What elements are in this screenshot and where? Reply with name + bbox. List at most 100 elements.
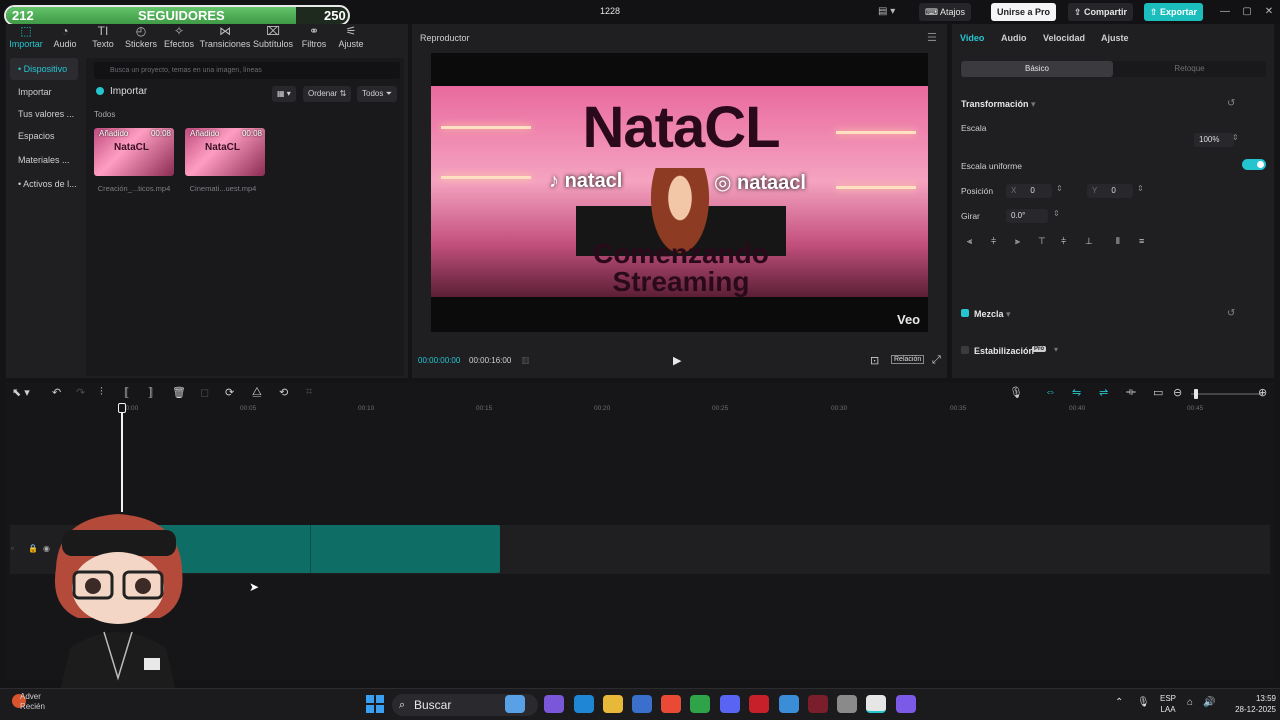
media-thumbnail[interactable]: Añadido 00:08 NataCL [185, 128, 265, 176]
split-view-icon[interactable]: ⟛ [1126, 386, 1136, 399]
tab-inspector-adjust[interactable]: Ajuste [1101, 33, 1129, 43]
sidebar-item-your-assets[interactable]: Tus valores ... [10, 103, 78, 125]
edge-icon[interactable] [574, 695, 594, 713]
close-icon[interactable]: ✕ [1260, 4, 1278, 20]
chrome-icon[interactable] [661, 695, 681, 713]
stepper-icon[interactable]: ⇕ [1056, 184, 1063, 193]
trim-right-icon[interactable]: ⟧ [148, 386, 153, 399]
tab-import[interactable]: ⬚ Importar [6, 24, 46, 54]
taskbar-clock[interactable]: 13:59 28-12-2025 [1224, 693, 1276, 715]
xbox-icon[interactable] [690, 695, 710, 713]
tab-audio[interactable]: ◔ Audio [45, 24, 85, 54]
microphone-icon[interactable]: 🎙 [1009, 386, 1023, 399]
aspect-ratio-button[interactable]: Relación [891, 355, 925, 364]
sidebar-item-materials[interactable]: Materiales ... [10, 149, 78, 171]
shortcuts-button[interactable]: ⌨ Atajos [919, 3, 972, 21]
track-cover-icon[interactable]: ▫ [11, 544, 14, 553]
trim-left-icon[interactable]: ⟦ [124, 386, 129, 399]
maximize-icon[interactable]: ▢ [1238, 4, 1256, 20]
browser-icon[interactable] [779, 695, 799, 713]
language-indicator[interactable]: ESP LAA [1156, 693, 1180, 715]
align-right-icon[interactable]: ⫸ [1015, 236, 1020, 247]
network-icon[interactable]: ⌂ [1187, 697, 1193, 708]
microphone-tray-icon[interactable]: 🎙 [1137, 697, 1150, 708]
distribute-v-icon[interactable]: ≡ [1139, 236, 1144, 246]
blend-heading[interactable]: Mezcla ▾ [974, 309, 1011, 320]
align-center-h-icon[interactable]: ⫩ [991, 236, 996, 247]
share-button[interactable]: ⇪ Compartir [1068, 3, 1134, 21]
delete-icon[interactable]: 🗑 [172, 386, 186, 399]
minimize-icon[interactable]: — [1216, 4, 1234, 20]
store-icon[interactable] [632, 695, 652, 713]
volume-icon[interactable]: 🔊 [1203, 697, 1215, 708]
sidebar-item-assets[interactable]: • Activos de l... [10, 173, 78, 195]
tab-text[interactable]: TI Texto [83, 24, 123, 54]
voicemod-icon[interactable] [749, 695, 769, 713]
tab-inspector-audio[interactable]: Audio [1001, 33, 1027, 43]
taskbar-notification[interactable]: Adver Recién [20, 692, 45, 712]
zoom-in-icon[interactable]: ⊕ [1258, 386, 1267, 399]
split-icon[interactable]: ⫶ [100, 386, 103, 399]
segment-basic[interactable]: Básico [961, 61, 1113, 77]
fullscreen-icon[interactable]: ⤢ [932, 354, 941, 367]
tab-stickers[interactable]: ◴ Stickers [121, 24, 161, 54]
undo-icon[interactable]: ↶ [52, 386, 61, 399]
stepper-icon[interactable]: ⇕ [1232, 133, 1239, 142]
tab-video[interactable]: Video [960, 33, 984, 43]
reverse-icon[interactable]: ⟳ [225, 386, 234, 399]
rotate-icon[interactable]: ⟲ [279, 386, 288, 399]
crop-icon[interactable]: ⌗ [306, 386, 312, 399]
tab-effects[interactable]: ✧ Efectos [159, 24, 199, 54]
layout-icon[interactable]: ▤ ▾ [878, 6, 895, 17]
position-x-field[interactable]: X0 [1006, 184, 1052, 198]
stepper-icon[interactable]: ⇕ [1053, 209, 1060, 218]
sidebar-item-device[interactable]: • Dispositivo [10, 58, 78, 80]
media-player-icon[interactable] [896, 695, 916, 713]
tab-filters[interactable]: ⚭ Filtros [294, 24, 334, 54]
select-tool-icon[interactable]: ⬉ ▾ [12, 386, 30, 399]
distribute-h-icon[interactable]: ⫴ [1116, 236, 1120, 247]
freeze-icon[interactable]: ◻ [200, 386, 209, 399]
lock-icon[interactable]: 🔒 [28, 544, 38, 553]
time-ruler[interactable]: 00:00 00:05 00:10 00:15 00:20 00:25 00:3… [118, 405, 1268, 415]
segment-retouch[interactable]: Retoque [1113, 61, 1266, 77]
redo-icon[interactable]: ↷ [76, 386, 85, 399]
zoom-slider[interactable] [1191, 393, 1263, 395]
stabilization-checkbox[interactable] [961, 346, 969, 354]
join-pro-button[interactable]: Unirse a Pro [991, 3, 1057, 21]
sidebar-item-spaces[interactable]: Espacios [10, 125, 78, 147]
stabilization-heading[interactable]: Estabilización [974, 346, 1034, 356]
menu-icon[interactable]: ☰ [927, 31, 937, 44]
sidebar-item-import[interactable]: Importar [10, 81, 78, 103]
view-toggle[interactable]: ▦ ▾ [272, 86, 296, 102]
transform-heading[interactable]: Transformación ▾ [961, 99, 1036, 110]
fit-icon[interactable]: ⊡ [870, 354, 879, 367]
reset-icon[interactable]: ↺ [1227, 98, 1235, 109]
align-left-icon[interactable]: ⫷ [967, 236, 972, 247]
waveform-icon[interactable]: ▥ [521, 355, 530, 366]
link-icon[interactable]: ⇔ [1045, 386, 1056, 398]
export-button[interactable]: ⇧ Exportar [1144, 3, 1204, 21]
playhead[interactable] [121, 404, 123, 512]
uniform-scale-toggle[interactable] [1242, 159, 1266, 170]
stepper-icon[interactable]: ⇕ [1137, 184, 1144, 193]
magnet-icon[interactable]: ⇋ [1072, 386, 1081, 399]
play-icon[interactable]: ▶ [673, 354, 681, 367]
align-middle-icon[interactable]: ⫩ [1061, 236, 1066, 247]
zoom-slider-handle[interactable] [1194, 389, 1198, 399]
valorant-icon[interactable] [808, 695, 828, 713]
file-explorer-icon[interactable] [603, 695, 623, 713]
filter-button[interactable]: Todos ⏷ [357, 86, 397, 102]
mirror-icon[interactable]: ⧋ [252, 386, 262, 399]
chevron-up-icon[interactable]: ⌃ [1115, 697, 1123, 708]
tab-transitions[interactable]: ⋈ Transiciones [199, 24, 251, 54]
windows-start-icon[interactable] [366, 695, 384, 713]
preview-axis-icon[interactable]: ▭ [1153, 386, 1163, 399]
playhead-handle[interactable] [118, 403, 126, 413]
align-bottom-icon[interactable]: ⊥ [1085, 236, 1093, 247]
discord-icon[interactable] [720, 695, 740, 713]
position-y-field[interactable]: Y0 [1087, 184, 1133, 198]
media-thumbnail[interactable]: Añadido 00:08 NataCL [94, 128, 174, 176]
blend-checkbox[interactable] [961, 309, 969, 317]
scale-field[interactable]: 100% [1194, 133, 1234, 147]
